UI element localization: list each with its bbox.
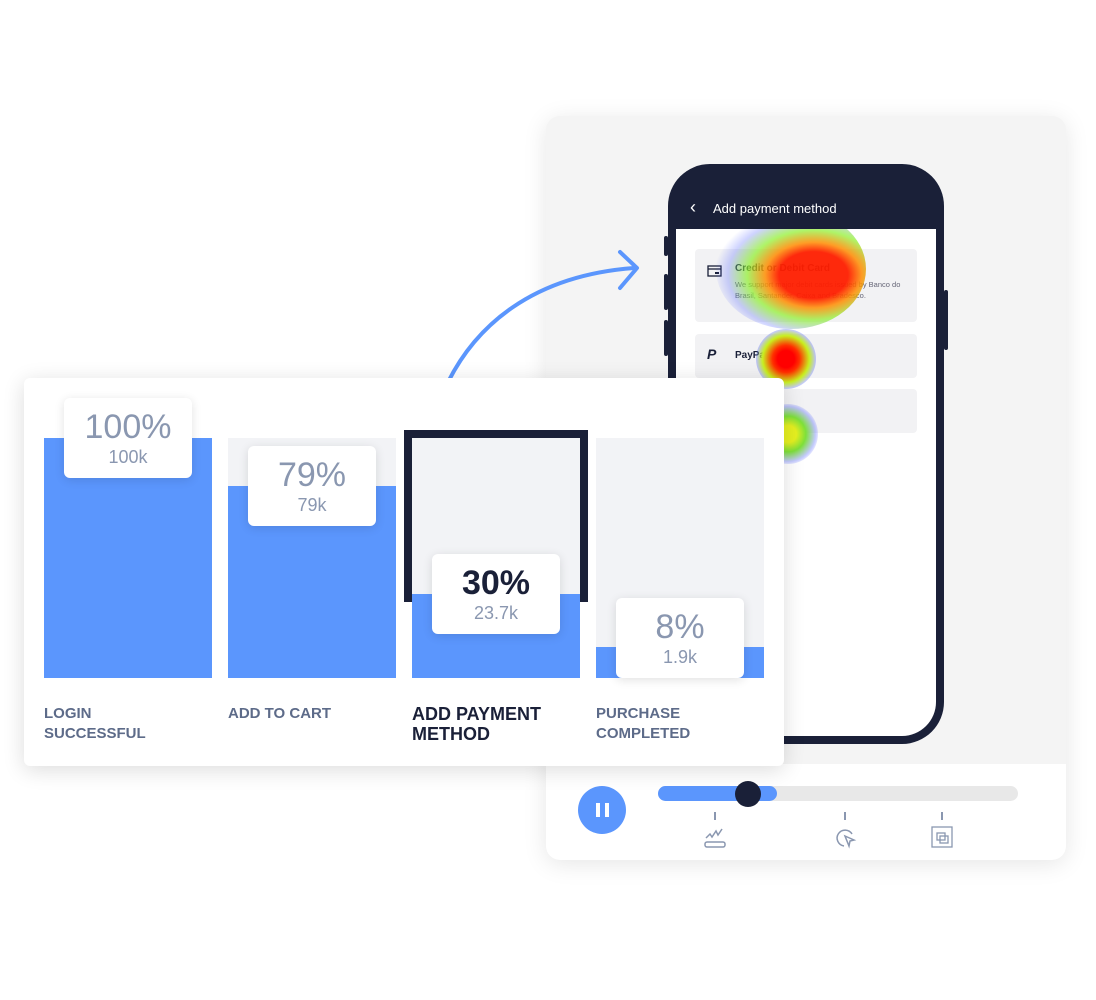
count-label: 79k (297, 495, 327, 515)
percent-label: 100% (84, 408, 172, 446)
funnel-chart-card: 100% 100k LOGIN SUCCESSFUL 79% 79k ADD TO CAR… (24, 378, 784, 766)
funnel-stage-label: ADD PAYMENT METHOD (412, 704, 542, 744)
count-label: 23.7k (473, 603, 519, 623)
percent-label: 8% (655, 608, 705, 646)
funnel-stage-label: ADD TO CART (228, 705, 332, 722)
percent-label: 30% (461, 564, 531, 602)
count-label: 1.9k (662, 647, 698, 667)
funnel-stage-label: LOGIN SUCCESSFUL (44, 705, 146, 742)
funnel-stage-label: PURCHASE COMPLETED (596, 705, 691, 742)
funnel-value-label: 100% 100k (64, 398, 192, 478)
count-label: 100k (108, 447, 148, 467)
funnel-value-label: 8% 1.9k (616, 598, 744, 678)
percent-label: 79% (277, 456, 347, 494)
funnel-value-label: 79% 79k (248, 446, 376, 526)
funnel-value-label: 30% 23.7k (432, 554, 560, 634)
